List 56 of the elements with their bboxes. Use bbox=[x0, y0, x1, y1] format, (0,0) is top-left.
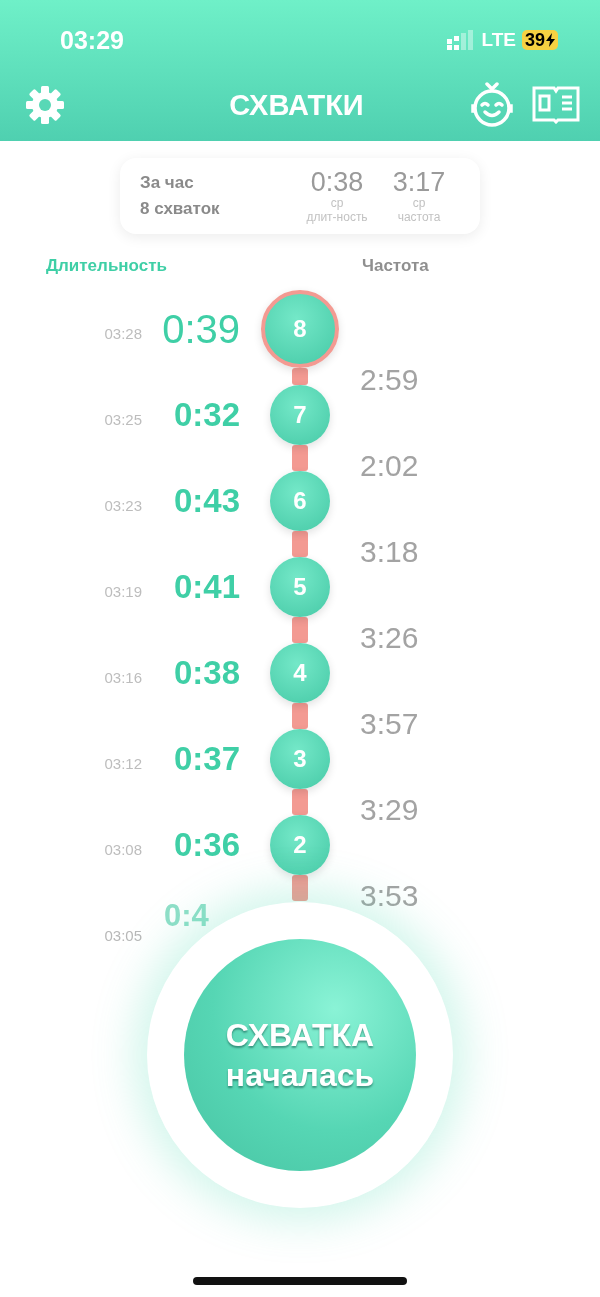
timeline-connector bbox=[292, 789, 308, 815]
stat-label: длит-ность bbox=[306, 210, 368, 224]
start-time: 03:23 bbox=[103, 495, 142, 514]
start-time: 03:19 bbox=[103, 581, 142, 600]
baby-face-icon[interactable] bbox=[468, 82, 516, 128]
start-time: 03:25 bbox=[103, 409, 142, 428]
contraction-duration: 0:4 bbox=[163, 897, 210, 934]
interval-value: 3:57 bbox=[360, 706, 420, 741]
contraction-number[interactable]: 6 bbox=[270, 471, 330, 531]
status-time: 03:29 bbox=[60, 25, 125, 55]
stat-label: частота bbox=[397, 210, 441, 224]
interval-value: 2:59 bbox=[360, 362, 420, 397]
battery-indicator: 39 bbox=[521, 30, 558, 50]
contraction-number[interactable]: 3 bbox=[270, 729, 330, 789]
start-time: 03:08 bbox=[103, 839, 142, 858]
stat-value: 3:17 bbox=[392, 168, 446, 196]
start-time: 03:12 bbox=[103, 753, 142, 772]
interval-value: 2:02 bbox=[360, 448, 420, 483]
interval-value: 3:18 bbox=[360, 534, 420, 569]
contraction-duration: 0:41 bbox=[172, 568, 240, 606]
contraction-duration: 0:38 bbox=[172, 654, 240, 692]
network-label: LTE bbox=[481, 29, 516, 51]
contraction-number[interactable]: 5 bbox=[270, 557, 330, 617]
stat-value: 0:38 bbox=[310, 168, 364, 196]
contraction-duration: 0:36 bbox=[172, 826, 240, 864]
contraction-duration: 0:32 bbox=[172, 396, 240, 434]
contraction-number[interactable]: 8 bbox=[261, 290, 339, 368]
stat-prefix: ср bbox=[412, 196, 426, 210]
contraction-start-button[interactable]: СХВАТКА началась bbox=[184, 939, 416, 1171]
timeline-connector bbox=[292, 531, 308, 557]
contraction-number[interactable]: 7 bbox=[270, 385, 330, 445]
period-label: За час bbox=[140, 173, 195, 193]
book-icon[interactable] bbox=[532, 86, 580, 124]
start-time: 03:05 bbox=[103, 925, 142, 944]
timeline-connector bbox=[292, 703, 308, 729]
timeline-connector bbox=[292, 445, 308, 471]
interval-value: 3:29 bbox=[360, 792, 420, 827]
stat-prefix: ср bbox=[330, 196, 344, 210]
contraction-number[interactable]: 4 bbox=[270, 643, 330, 703]
settings-icon[interactable] bbox=[25, 85, 65, 125]
start-time: 03:28 bbox=[103, 323, 142, 342]
interval-value: 3:26 bbox=[360, 620, 420, 655]
timeline-connector bbox=[292, 368, 308, 385]
contraction-duration: 0:37 bbox=[172, 740, 240, 778]
contraction-duration: 0:39 bbox=[161, 306, 240, 352]
contraction-count: 8 схваток bbox=[140, 199, 221, 219]
timeline-connector bbox=[292, 875, 308, 901]
column-tab[interactable]: Частота bbox=[362, 256, 429, 276]
start-time: 03:16 bbox=[103, 667, 142, 686]
signal-icon bbox=[447, 30, 476, 50]
contraction-number[interactable]: 2 bbox=[270, 815, 330, 875]
timeline-connector bbox=[292, 617, 308, 643]
column-tab[interactable]: Длительность bbox=[0, 256, 167, 276]
interval-value: 3:53 bbox=[360, 878, 420, 913]
screen-title: СХВАТКИ bbox=[228, 88, 365, 122]
contraction-duration: 0:43 bbox=[172, 482, 240, 520]
